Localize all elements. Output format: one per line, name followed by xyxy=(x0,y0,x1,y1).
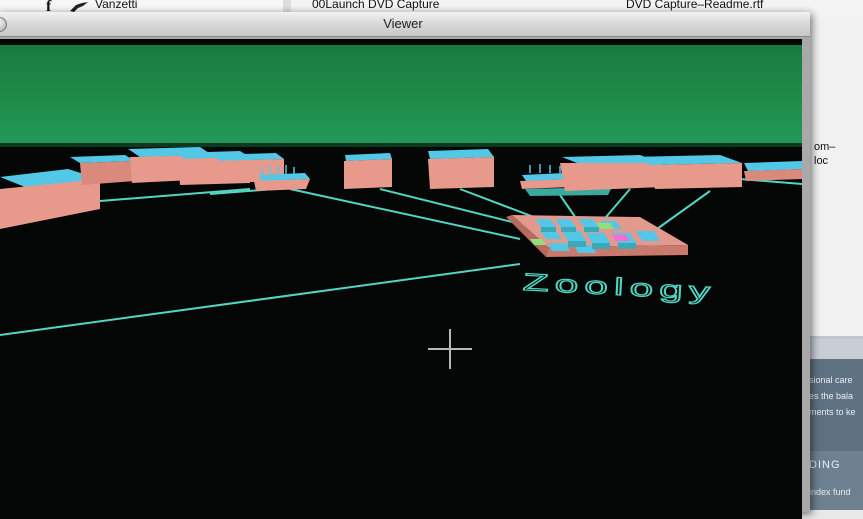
block-front xyxy=(80,161,135,185)
wire xyxy=(289,188,521,240)
file-spikes xyxy=(529,164,561,173)
panel-text-line: es the bala xyxy=(809,391,854,401)
block-front xyxy=(0,179,100,229)
block-front xyxy=(744,169,802,181)
panel-section: DING index fund xyxy=(806,451,863,510)
directory-block-cluster[interactable] xyxy=(0,147,310,229)
block-front xyxy=(428,157,494,189)
horizon-edge xyxy=(0,143,802,147)
crosshair-cursor xyxy=(428,329,472,369)
wire xyxy=(649,190,711,235)
3d-file-system-view[interactable]: Zoology xyxy=(0,39,802,519)
background-document-window: om– loc sional care es the bala ments to… xyxy=(806,16,863,510)
3d-scene-canvas[interactable]: Zoology xyxy=(0,39,802,519)
text-line: loc xyxy=(814,155,829,167)
background-info-panel: sional care es the bala ments to ke DING… xyxy=(806,336,863,510)
wire xyxy=(0,263,521,336)
block-front xyxy=(344,159,392,189)
block-front xyxy=(254,179,310,191)
panel-text-line: sional care xyxy=(809,375,853,385)
background-text-fragment: om– loc xyxy=(814,140,835,168)
block-front xyxy=(560,163,662,191)
text-line: om– xyxy=(814,141,836,153)
finder-item-label[interactable]: Vanzetti xyxy=(95,0,137,11)
directory-block-middle[interactable] xyxy=(428,149,494,189)
viewer-titlebar[interactable]: Viewer xyxy=(0,12,810,37)
panel-text-line: ments to ke xyxy=(809,407,856,417)
wire xyxy=(99,188,251,202)
horizon-sky xyxy=(0,45,802,143)
directory-block-far-right[interactable] xyxy=(744,161,802,181)
connection-lines xyxy=(0,178,802,336)
zoology-directory-platform[interactable] xyxy=(506,215,688,257)
panel-header-strip xyxy=(806,339,863,359)
panel-footer-text: index fund xyxy=(809,487,851,497)
panel-heading: DING xyxy=(809,459,841,471)
zoology-ground-label: Zoology xyxy=(522,269,717,306)
block-front xyxy=(650,163,742,189)
window-title: Viewer xyxy=(383,16,423,31)
finder-file-item[interactable]: DVD Capture–Readme.rtf xyxy=(626,0,763,11)
viewer-window: Viewer Zoology xyxy=(0,12,810,519)
viewer-frame: Zoology xyxy=(0,37,810,519)
finder-file-item[interactable]: 00Launch DVD Capture xyxy=(312,0,439,11)
directory-block-middle[interactable] xyxy=(344,153,392,189)
